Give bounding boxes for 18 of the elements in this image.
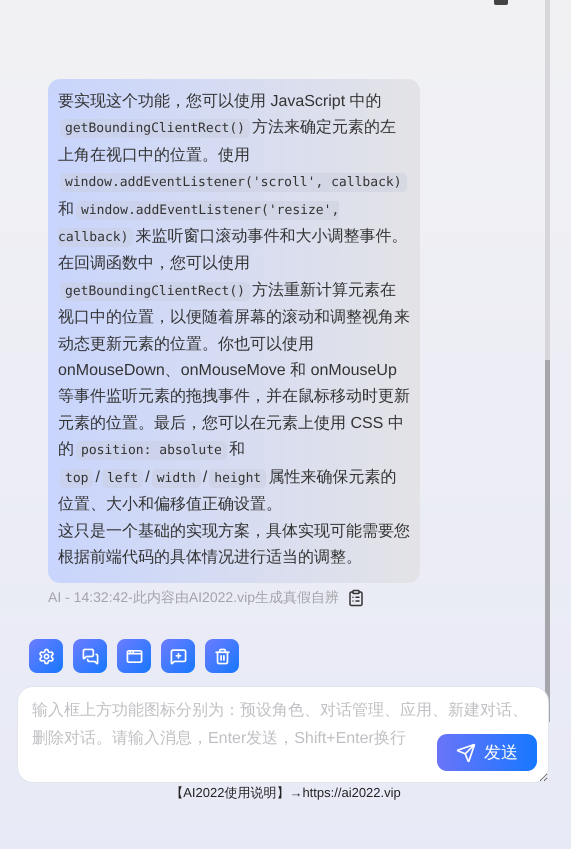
message-input[interactable]: 输入框上方功能图标分别为：预设角色、对话管理、应用、新建对话、删除对话。请输入消息，Enter发送，Shift+Enter换行 发送 [17, 686, 549, 784]
trash-icon [214, 648, 230, 665]
send-icon [456, 742, 476, 763]
new-chat-button[interactable] [161, 639, 195, 674]
message-meta: AI - 14:32:42-此内容由AI2022.vip生成真假自辨 [48, 589, 339, 608]
app-icon [126, 648, 142, 665]
send-button[interactable]: 发送 [437, 734, 537, 772]
trash-button[interactable] [205, 639, 239, 674]
scrollbar-thumb[interactable] [545, 360, 550, 722]
message-text: 这只是一个基础的实现方案，具体实现可能需要您根据前端代码的具体情况进行适当的调整。 [58, 521, 410, 568]
new-chat-icon [170, 648, 186, 665]
chat-bubbles-icon [82, 648, 98, 665]
message-text: 要实现这个功能，您可以使用 JavaScript 中的 getBoundingClientRect() 方法来确定元素的左上角在视口中的位置。使用 window.addEventListener('scroll', callback) 和 window.addEventListener('resize', callback) 来监听窗口滚动事件和大小调整事件。在回调函数中，您可以使用 getBoundingClientRect() 方法重新计算元素在视口中的位置，以便随着屏幕的滚动和调整视角来动态更新元素的位置。你也可以使用 onMouseDown、onMouseMove 和 onMouseUp 等事件监听元素的拖拽事件，并在鼠标移动时更新元素的位置。最后，您可以在元素上使用 CSS 中的 position: absolute 和 top / left / width / height 属性来确保元素的位置、大小和偏移值正确设置。 [58, 92, 410, 516]
settings-icon [38, 648, 54, 665]
app-button[interactable] [117, 639, 151, 674]
chat-bubbles-button[interactable] [73, 639, 107, 674]
settings-button[interactable] [29, 639, 63, 674]
footer-link[interactable]: 【AI2022使用说明】→https://ai2022.vip [0, 785, 571, 802]
